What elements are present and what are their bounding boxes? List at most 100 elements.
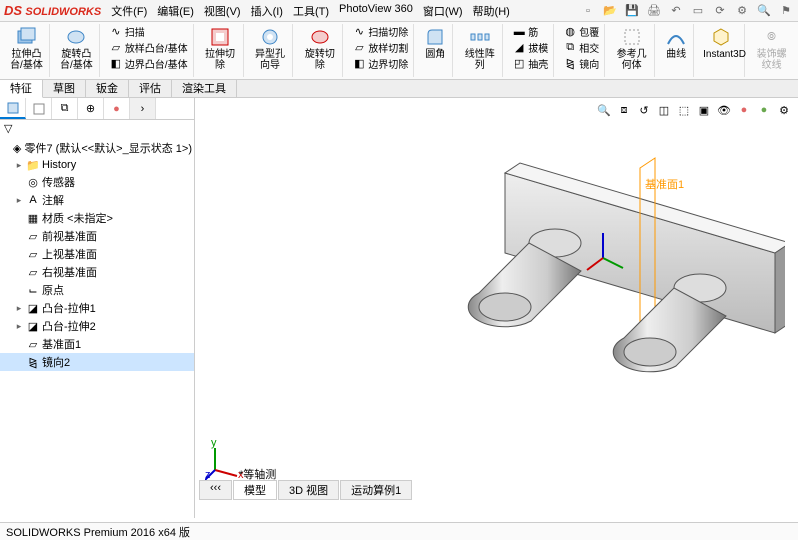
plane-icon: ▱	[26, 265, 40, 279]
intersect-button[interactable]: ⧉相交	[561, 40, 601, 55]
zoom-fit-icon[interactable]: 🔍	[596, 102, 612, 118]
extrude-boss-button[interactable]: 拉伸凸台/基体	[7, 24, 46, 72]
new-icon[interactable]: ▫	[580, 3, 596, 19]
viewport[interactable]: 🔍 ⧈ ↺ ◫ ⬚ ▣ 👁 ● ● ⚙	[195, 98, 798, 518]
options-icon[interactable]: ⚙	[734, 3, 750, 19]
tree-tab-feature[interactable]	[0, 98, 26, 119]
tab-sheetmetal[interactable]: 钣金	[86, 80, 129, 97]
tree-plane1[interactable]: ▱基准面1	[0, 335, 194, 353]
undo-icon[interactable]: ↶	[668, 3, 684, 19]
tree-annotations[interactable]: ▸A注解	[0, 191, 194, 209]
save-icon[interactable]: 💾	[624, 3, 640, 19]
extrude-icon	[14, 25, 38, 49]
open-icon[interactable]: 📂	[602, 3, 618, 19]
tree-front-plane[interactable]: ▱前视基准面	[0, 227, 194, 245]
boundary-cut-button[interactable]: ◧边界切除	[350, 56, 410, 71]
view-orient-icon[interactable]: ⬚	[676, 102, 692, 118]
vtab-3dview[interactable]: 3D 视图	[278, 480, 339, 500]
menu-file[interactable]: 文件(F)	[111, 3, 147, 19]
shell-button[interactable]: ◰抽壳	[510, 56, 550, 71]
menu-photoview[interactable]: PhotoView 360	[339, 3, 413, 19]
sweep-cut-button[interactable]: ∿扫描切除	[350, 24, 410, 39]
revolve-boss-button[interactable]: 旋转凸台/基体	[57, 24, 96, 72]
rebuild-icon[interactable]: ⟳	[712, 3, 728, 19]
linear-pattern-button[interactable]: 线性阵列	[460, 24, 499, 72]
prev-view-icon[interactable]: ↺	[636, 102, 652, 118]
display-style-icon[interactable]: ▣	[696, 102, 712, 118]
command-tabs: 特征 草图 钣金 评估 渲染工具	[0, 80, 798, 98]
curves-button[interactable]: 曲线	[662, 24, 690, 61]
tab-render[interactable]: 渲染工具	[172, 80, 237, 97]
vtab-model[interactable]: 模型	[233, 480, 277, 500]
revolve-icon	[64, 25, 88, 49]
fillet-icon	[423, 25, 447, 49]
menu-help[interactable]: 帮助(H)	[473, 3, 510, 19]
vtab-sheet[interactable]: ‹‹‹	[199, 480, 232, 500]
hole-wizard-button[interactable]: 异型孔向导	[251, 24, 290, 72]
search-icon[interactable]: 🔍	[756, 3, 772, 19]
tree-history[interactable]: ▸📁History	[0, 157, 194, 173]
filter-icon: ▽	[4, 122, 12, 135]
tree-tab-dimxpert[interactable]: ⊕	[78, 98, 104, 119]
extrude-cut-button[interactable]: 拉伸切除	[201, 24, 240, 72]
wrap-button[interactable]: ◍包覆	[561, 24, 601, 39]
plane-icon: ▱	[26, 337, 40, 351]
tree-tab-flyout[interactable]: ›	[130, 98, 156, 119]
tree-right-plane[interactable]: ▱右视基准面	[0, 263, 194, 281]
tree-extrude1[interactable]: ▸◪凸台-拉伸1	[0, 299, 194, 317]
boundary-button[interactable]: ◧边界凸台/基体	[107, 56, 190, 71]
feature-tree: ◈零件7 (默认<<默认>_显示状态 1>) ▸📁History ◎传感器 ▸A…	[0, 137, 194, 518]
revolve-cut-icon	[308, 25, 332, 49]
loft-cut-button[interactable]: ▱放样切割	[350, 40, 410, 55]
hide-show-icon[interactable]: 👁	[716, 102, 732, 118]
menu-insert[interactable]: 插入(I)	[251, 3, 283, 19]
section-view-icon[interactable]: ◫	[656, 102, 672, 118]
tree-tab-property[interactable]	[26, 98, 52, 119]
flag-icon[interactable]: ⚑	[778, 3, 794, 19]
tree-sensors[interactable]: ◎传感器	[0, 173, 194, 191]
appearance-icon[interactable]: ●	[736, 102, 752, 118]
view-settings-icon[interactable]: ⚙	[776, 102, 792, 118]
select-icon[interactable]: ▭	[690, 3, 706, 19]
loft-button[interactable]: ▱放样凸台/基体	[107, 40, 190, 55]
thread-button[interactable]: ⦾装饰螺纹线	[752, 24, 791, 72]
feature-tree-pane: ⧉ ⊕ ● › ▽ ◈零件7 (默认<<默认>_显示状态 1>) ▸📁Histo…	[0, 98, 195, 518]
tab-feature[interactable]: 特征	[0, 80, 43, 98]
zoom-area-icon[interactable]: ⧈	[616, 102, 632, 118]
tree-material[interactable]: ▦材质 <未指定>	[0, 209, 194, 227]
draft-button[interactable]: ◢拔模	[510, 40, 550, 55]
menu-view[interactable]: 视图(V)	[204, 3, 241, 19]
fillet-button[interactable]: 圆角	[421, 24, 449, 61]
menu-tools[interactable]: 工具(T)	[293, 3, 329, 19]
tree-tab-display[interactable]: ●	[104, 98, 130, 119]
tree-top-plane[interactable]: ▱上视基准面	[0, 245, 194, 263]
svg-text:z: z	[205, 469, 211, 480]
folder-icon: 📁	[26, 158, 40, 172]
tree-tab-config[interactable]: ⧉	[52, 98, 78, 119]
tree-origin[interactable]: ⌙原点	[0, 281, 194, 299]
workspace: ⧉ ⊕ ● › ▽ ◈零件7 (默认<<默认>_显示状态 1>) ▸📁Histo…	[0, 98, 798, 518]
thread-icon: ⦾	[760, 25, 784, 49]
menu-edit[interactable]: 编辑(E)	[157, 3, 194, 19]
print-icon[interactable]: 🖨	[646, 3, 662, 19]
tab-evaluate[interactable]: 评估	[129, 80, 172, 97]
menu-window[interactable]: 窗口(W)	[423, 3, 463, 19]
tree-mirror2[interactable]: ⧎镜向2	[0, 353, 194, 371]
instant3d-button[interactable]: Instant3D	[701, 24, 741, 61]
ref-geometry-button[interactable]: 参考几何体	[612, 24, 651, 72]
revolve-cut-button[interactable]: 旋转切除	[300, 24, 339, 72]
curves-icon	[664, 25, 688, 49]
tree-filter[interactable]: ▽	[0, 120, 194, 137]
rib-button[interactable]: ▬筋	[510, 24, 550, 39]
rib-icon: ▬	[512, 25, 526, 39]
mirror-button[interactable]: ⧎镜向	[561, 56, 601, 71]
heads-up-toolbar: 🔍 ⧈ ↺ ◫ ⬚ ▣ 👁 ● ● ⚙	[596, 102, 792, 118]
tree-extrude2[interactable]: ▸◪凸台-拉伸2	[0, 317, 194, 335]
sweep-icon: ∿	[109, 25, 123, 39]
tab-sketch[interactable]: 草图	[43, 80, 86, 97]
tree-root[interactable]: ◈零件7 (默认<<默认>_显示状态 1>)	[0, 139, 194, 157]
hole-icon	[258, 25, 282, 49]
scene-icon[interactable]: ●	[756, 102, 772, 118]
vtab-motion[interactable]: 运动算例1	[340, 480, 412, 500]
sweep-button[interactable]: ∿扫描	[107, 24, 190, 39]
